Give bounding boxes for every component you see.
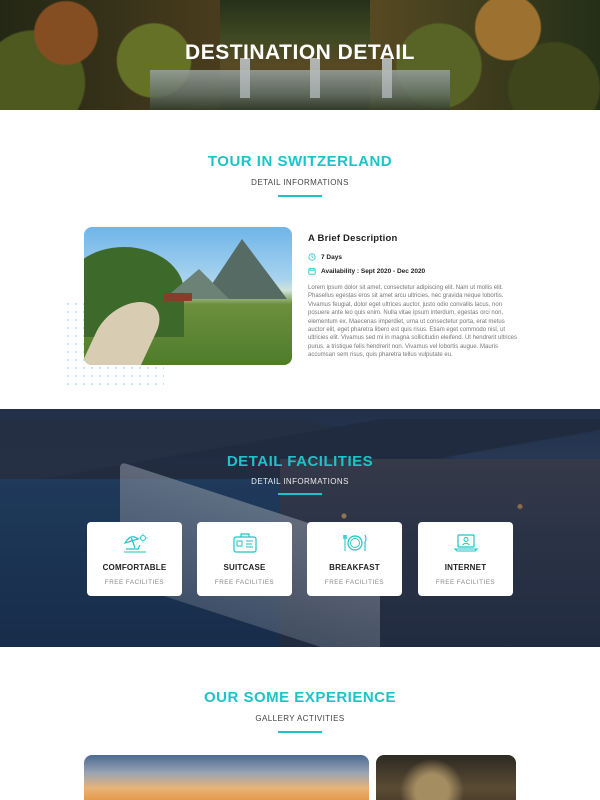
gallery-image[interactable] [84, 755, 369, 800]
description-heading: A Brief Description [308, 233, 398, 244]
page-title: DESTINATION DETAIL [185, 41, 415, 64]
gallery-image[interactable] [376, 755, 516, 800]
section-subtitle-tour: DETAIL INFORMATIONS [251, 178, 349, 187]
section-subtitle-facilities: DETAIL INFORMATIONS [251, 477, 349, 486]
description-body: Lorem ipsum dolor sit amet, consectetur … [308, 285, 517, 359]
beach-umbrella-icon [123, 533, 148, 553]
section-title-experience: OUR SOME EXPERIENCE [203, 689, 397, 706]
facility-cards: COMFORTABLE FREE FACILITIES SUITCASE FRE… [87, 522, 513, 596]
clock-icon [308, 253, 316, 261]
availability-row: Availability : Sept 2020 - Dec 2020 [308, 267, 518, 275]
section-title-facilities: DETAIL FACILITIES [226, 453, 374, 470]
section-divider [278, 195, 322, 197]
facility-sub: FREE FACILITIES [435, 579, 496, 586]
section-title-tour: TOUR IN SWITZERLAND [207, 153, 393, 170]
facility-name: INTERNET [444, 563, 487, 572]
facility-sub: FREE FACILITIES [214, 579, 275, 586]
availability-text: Availability : Sept 2020 - Dec 2020 [321, 267, 426, 275]
section-subtitle-experience: GALLERY ACTIVITIES [255, 714, 345, 723]
facility-name: SUITCASE [223, 563, 266, 572]
facility-card-internet[interactable]: INTERNET FREE FACILITIES [418, 522, 513, 596]
facility-name: COMFORTABLE [102, 563, 167, 572]
facility-card-comfortable[interactable]: COMFORTABLE FREE FACILITIES [87, 522, 182, 596]
facility-sub: FREE FACILITIES [104, 579, 165, 586]
duration-text: 7 Days [321, 253, 342, 261]
section-divider [278, 493, 322, 495]
duration-row: 7 Days [308, 253, 518, 261]
calendar-icon [308, 267, 316, 275]
plate-cutlery-icon [343, 534, 367, 551]
facility-name: BREAKFAST [329, 563, 380, 572]
laptop-user-icon [453, 534, 479, 552]
tour-description: A Brief Description 7 Days Availability … [308, 233, 518, 360]
hero-banner: DESTINATION DETAIL [0, 0, 600, 110]
section-divider [278, 731, 322, 733]
facility-card-suitcase[interactable]: SUITCASE FREE FACILITIES [197, 522, 292, 596]
facility-card-breakfast[interactable]: BREAKFAST FREE FACILITIES [307, 522, 402, 596]
facility-sub: FREE FACILITIES [324, 579, 385, 586]
destination-photo [84, 227, 292, 365]
suitcase-icon [233, 533, 257, 553]
